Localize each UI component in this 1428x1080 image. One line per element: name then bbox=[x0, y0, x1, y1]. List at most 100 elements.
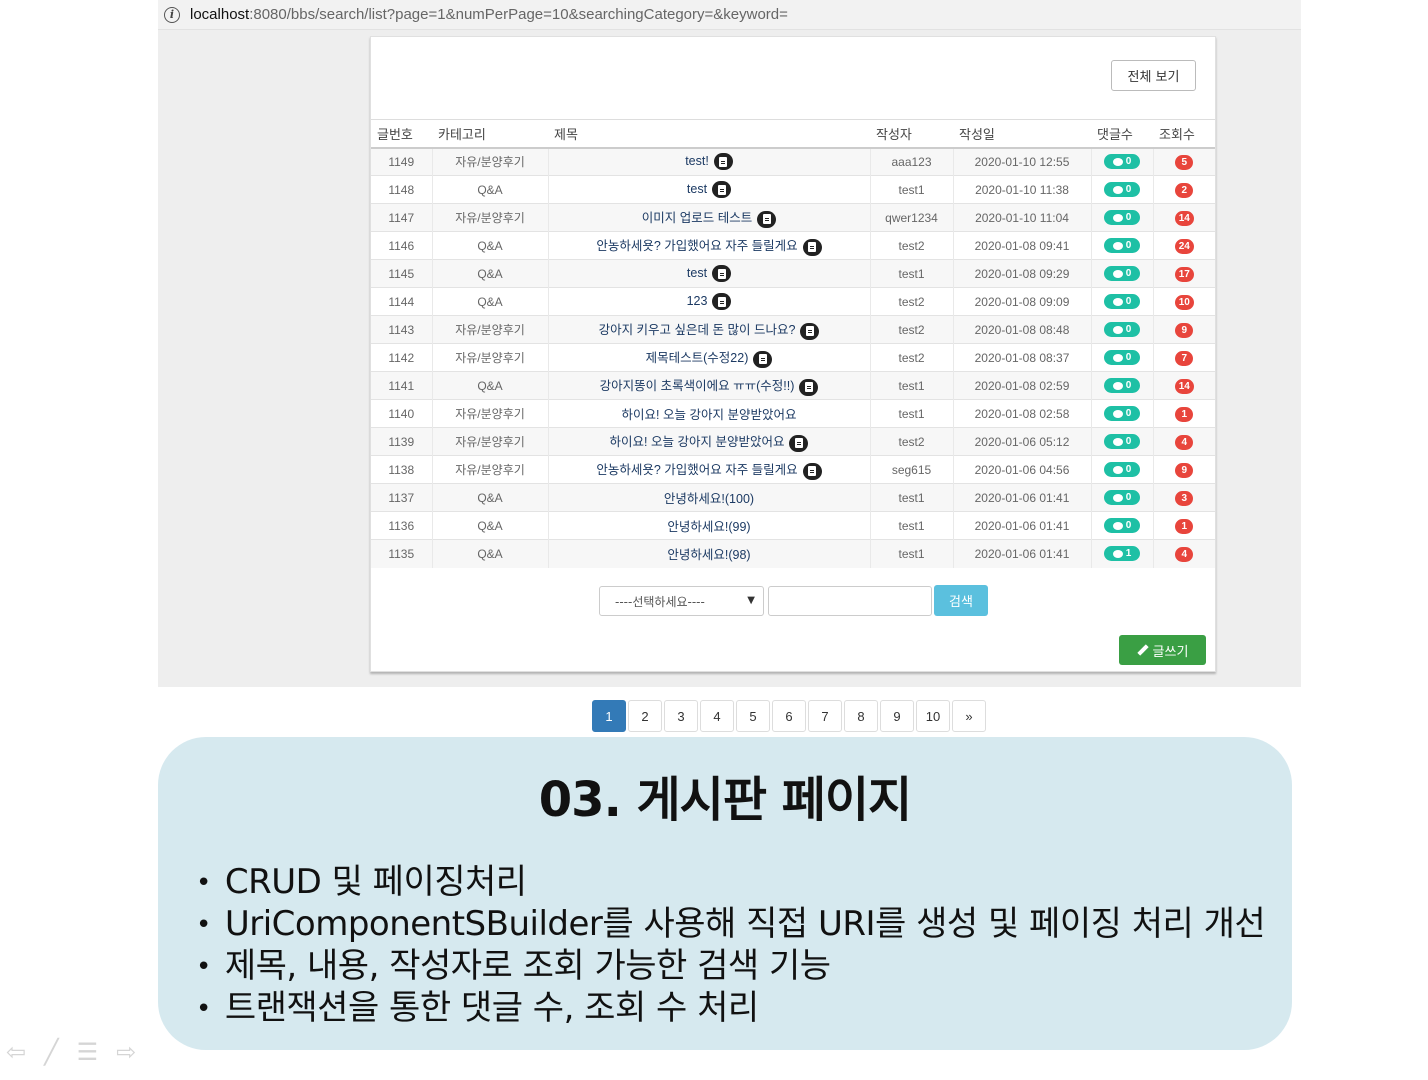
comment-count: 0 bbox=[1125, 268, 1132, 279]
pen-icon[interactable]: ╱ bbox=[44, 1038, 58, 1066]
post-title-link[interactable]: 안농하세욧? 가입했어요 자주 들릴게요 bbox=[596, 239, 797, 253]
table-row[interactable]: 1148 Q&A test test1 2020-01-10 11:38 0 2 bbox=[371, 175, 1215, 204]
comment-count-badge: 0 bbox=[1104, 238, 1140, 253]
comment-count-cell: 0 bbox=[1091, 259, 1154, 288]
page-link-7[interactable]: 7 bbox=[808, 700, 842, 732]
post-title-link[interactable]: 안녕하세요!(99) bbox=[667, 520, 750, 534]
table-row[interactable]: 1136 Q&A 안녕하세요!(99) test1 2020-01-06 01:41 0 1 bbox=[371, 511, 1215, 540]
table-row[interactable]: 1149 자유/분양후기 test! aaa123 2020-01-10 12:55 0 5 bbox=[371, 147, 1215, 176]
post-title-link[interactable]: 안농하세욧? 가입했어요 자주 들릴게요 bbox=[596, 463, 797, 477]
table-row[interactable]: 1142 자유/분양후기 제목테스트(수정22) test2 2020-01-08 08… bbox=[371, 343, 1215, 372]
view-count-badge: 3 bbox=[1175, 490, 1194, 506]
view-all-button[interactable]: 전체 보기 bbox=[1111, 60, 1196, 91]
table-row[interactable]: 1147 자유/분양후기 이미지 업로드 테스트 qwer1234 2020-01-10… bbox=[371, 203, 1215, 232]
post-title-cell: 하이요! 오늘 강아지 분양받았어요 bbox=[548, 399, 871, 428]
post-title-link[interactable]: 제목테스트(수정22) bbox=[646, 351, 749, 365]
category-select[interactable]: ----선택하세요---- ▼ bbox=[599, 586, 764, 616]
table-row[interactable]: 1135 Q&A 안녕하세요!(98) test1 2020-01-06 01:41 1 4 bbox=[371, 539, 1215, 568]
post-title-link[interactable]: 안녕하세요!(98) bbox=[667, 548, 750, 562]
view-count-cell: 3 bbox=[1153, 483, 1215, 512]
post-category: 자유/분양후기 bbox=[432, 203, 549, 232]
post-title-link[interactable]: 안녕하세요!(100) bbox=[664, 492, 754, 506]
table-row[interactable]: 1137 Q&A 안녕하세요!(100) test1 2020-01-06 01:41 0… bbox=[371, 483, 1215, 512]
view-count-badge: 7 bbox=[1175, 350, 1194, 366]
view-count-cell: 24 bbox=[1153, 231, 1215, 260]
next-page-link[interactable]: » bbox=[952, 700, 986, 732]
view-count-badge: 4 bbox=[1175, 546, 1194, 562]
menu-icon[interactable]: ☰ bbox=[77, 1038, 99, 1066]
write-button[interactable]: 글쓰기 bbox=[1119, 635, 1206, 665]
bullet-item: 트랜잭션을 통한 댓글 수, 조회 수 처리 bbox=[196, 988, 1265, 1030]
comment-icon bbox=[1112, 549, 1123, 558]
table-row[interactable]: 1143 자유/분양후기 강아지 키우고 싶은데 돈 많이 드나요? test2 202… bbox=[371, 315, 1215, 344]
page-link-5[interactable]: 5 bbox=[736, 700, 770, 732]
post-title-link[interactable]: test! bbox=[685, 154, 709, 168]
table-row[interactable]: 1139 자유/분양후기 하이요! 오늘 강아지 분양받았어요 test2 2020-0… bbox=[371, 427, 1215, 456]
post-title-link[interactable]: 강아지 키우고 싶은데 돈 많이 드나요? bbox=[599, 323, 796, 337]
comment-count-cell: 0 bbox=[1091, 147, 1154, 176]
table-row[interactable]: 1140 자유/분양후기 하이요! 오늘 강아지 분양받았어요 test1 2020-0… bbox=[371, 399, 1215, 428]
post-title-link[interactable]: 이미지 업로드 테스트 bbox=[642, 211, 752, 225]
comment-count: 0 bbox=[1125, 240, 1132, 251]
post-title-link[interactable]: 하이요! 오늘 강아지 분양받았어요 bbox=[622, 408, 797, 422]
post-title-link[interactable]: test bbox=[687, 182, 707, 196]
comment-icon bbox=[1112, 213, 1123, 222]
page-link-8[interactable]: 8 bbox=[844, 700, 878, 732]
document-icon bbox=[712, 293, 732, 310]
table-row[interactable]: 1141 Q&A 강아지똥이 초록색이에요 ㅠㅠ(수정!!) test1 2020-01… bbox=[371, 371, 1215, 400]
view-count-badge: 14 bbox=[1174, 210, 1194, 226]
post-title-link[interactable]: 강아지똥이 초록색이에요 ㅠㅠ(수정!!) bbox=[600, 379, 795, 393]
next-slide-icon[interactable]: ⇨ bbox=[116, 1038, 136, 1066]
post-number: 1142 bbox=[371, 343, 433, 372]
col-header-date: 작성일 bbox=[953, 119, 1091, 149]
post-title-link[interactable]: 123 bbox=[687, 294, 708, 308]
post-title-link[interactable]: test bbox=[687, 266, 707, 280]
comment-count-cell: 0 bbox=[1091, 455, 1154, 484]
page-link-4[interactable]: 4 bbox=[700, 700, 734, 732]
page-link-2[interactable]: 2 bbox=[628, 700, 662, 732]
view-count-badge: 4 bbox=[1175, 434, 1194, 450]
comment-count-cell: 0 bbox=[1091, 287, 1154, 316]
comment-count-badge: 0 bbox=[1104, 182, 1140, 197]
keyword-input[interactable] bbox=[768, 586, 932, 616]
page-link-9[interactable]: 9 bbox=[880, 700, 914, 732]
search-button[interactable]: 검색 bbox=[934, 585, 988, 616]
post-number: 1135 bbox=[371, 539, 433, 568]
comment-count-badge: 1 bbox=[1104, 546, 1140, 562]
table-row[interactable]: 1138 자유/분양후기 안농하세욧? 가입했어요 자주 들릴게요 seg615 202… bbox=[371, 455, 1215, 484]
comment-icon bbox=[1112, 381, 1123, 390]
post-title-link[interactable]: 하이요! 오늘 강아지 분양받았어요 bbox=[610, 435, 785, 449]
post-title-cell: test bbox=[548, 259, 871, 288]
pencil-icon bbox=[1136, 644, 1149, 656]
comment-count-badge: 0 bbox=[1104, 462, 1140, 477]
comment-icon bbox=[1112, 493, 1123, 502]
post-number: 1139 bbox=[371, 427, 433, 456]
table-row[interactable]: 1146 Q&A 안농하세욧? 가입했어요 자주 들릴게요 test2 2020-01-… bbox=[371, 231, 1215, 260]
comment-count: 0 bbox=[1125, 436, 1132, 447]
comment-icon bbox=[1112, 269, 1123, 278]
comment-icon bbox=[1112, 437, 1123, 446]
comment-count-cell: 0 bbox=[1091, 231, 1154, 260]
comment-count: 0 bbox=[1125, 464, 1132, 475]
document-icon bbox=[789, 434, 809, 452]
post-date: 2020-01-08 09:09 bbox=[953, 287, 1092, 316]
view-count-cell: 9 bbox=[1153, 315, 1215, 344]
table-header-row: 글번호 카테고리 제목 작성자 작성일 댓글수 조회수 bbox=[371, 119, 1215, 149]
page-link-1[interactable]: 1 bbox=[592, 700, 626, 732]
post-author: test1 bbox=[870, 511, 954, 540]
info-icon[interactable]: i bbox=[164, 6, 180, 23]
page-link-6[interactable]: 6 bbox=[772, 700, 806, 732]
post-date: 2020-01-08 08:37 bbox=[953, 343, 1092, 372]
prev-slide-icon[interactable]: ⇦ bbox=[6, 1038, 26, 1066]
document-icon bbox=[802, 462, 822, 480]
table-row[interactable]: 1144 Q&A 123 test2 2020-01-08 09:09 0 10 bbox=[371, 287, 1215, 316]
address-bar[interactable]: i localhost:8080/bbs/search/list?page=1&… bbox=[158, 0, 1301, 30]
url-host: localhost bbox=[190, 6, 250, 23]
page-link-10[interactable]: 10 bbox=[916, 700, 950, 732]
comment-count-badge: 0 bbox=[1104, 322, 1140, 337]
table-row[interactable]: 1145 Q&A test test1 2020-01-08 09:29 0 17 bbox=[371, 259, 1215, 288]
post-title-cell: test! bbox=[548, 147, 871, 176]
post-category: Q&A bbox=[432, 371, 549, 400]
post-date: 2020-01-08 08:48 bbox=[953, 315, 1092, 344]
page-link-3[interactable]: 3 bbox=[664, 700, 698, 732]
